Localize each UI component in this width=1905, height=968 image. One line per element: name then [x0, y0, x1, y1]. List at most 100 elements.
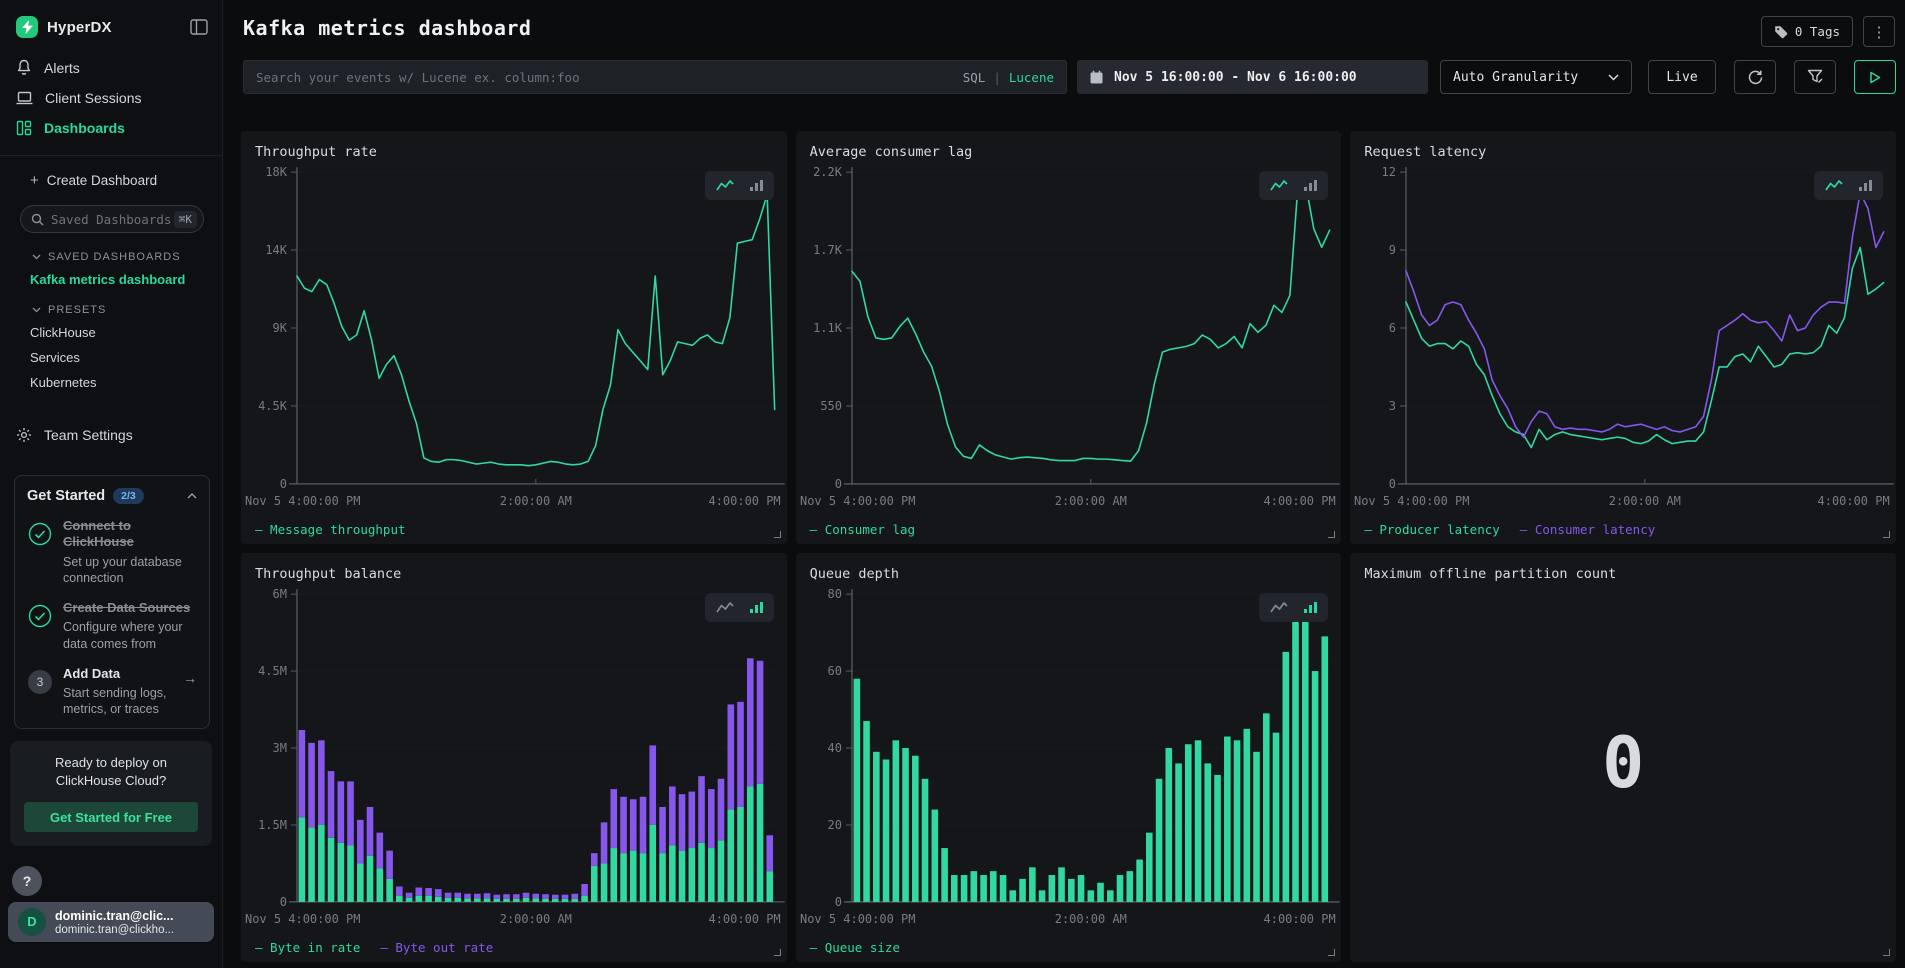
resize-handle[interactable]	[1883, 531, 1890, 538]
bar-chart-toggle[interactable]	[747, 176, 766, 195]
sidebar-nav: Alerts Client Sessions Dashboards	[0, 52, 222, 151]
avatar: D	[18, 908, 46, 936]
svg-text:0: 0	[280, 477, 287, 491]
granularity-select[interactable]: Auto Granularity	[1440, 60, 1632, 94]
chart-type-toggle	[705, 593, 774, 622]
sidebar-item-label: Client Sessions	[45, 90, 142, 106]
filter-button[interactable]	[1794, 60, 1836, 94]
throughput-balance-card: Throughput balance 01.5M3M4.5M6MNov 5 4:…	[241, 553, 787, 962]
resize-handle[interactable]	[1328, 949, 1335, 956]
svg-text:1.1K: 1.1K	[813, 321, 843, 335]
sidebar-item-services[interactable]: Services	[0, 345, 222, 370]
svg-text:1.5M: 1.5M	[258, 818, 287, 832]
refresh-button[interactable]	[1734, 60, 1776, 94]
event-search-box[interactable]: SQL | Lucene	[243, 60, 1067, 94]
search-icon	[31, 213, 44, 226]
bar-chart-toggle[interactable]	[1301, 176, 1320, 195]
saved-dashboards-section-header[interactable]: SAVED DASHBOARDS	[0, 239, 222, 267]
saved-dashboards-search[interactable]: Saved Dashboards ⌘K	[20, 205, 204, 233]
line-chart-toggle[interactable]	[1267, 598, 1291, 617]
hyperdx-logo-icon	[16, 16, 38, 38]
sidebar-item-dashboards[interactable]: Dashboards	[0, 113, 222, 143]
request-latency-card: Request latency 036912Nov 5 4:00:00 PM2:…	[1350, 131, 1896, 544]
sidebar-item-label: Dashboards	[44, 120, 125, 136]
line-chart-toggle[interactable]	[713, 176, 737, 195]
svg-text:40: 40	[827, 741, 841, 755]
get-started-step-2[interactable]: Create Data Sources Configure where your…	[27, 600, 197, 652]
legend-item[interactable]: — Consumer latency	[1520, 522, 1655, 537]
svg-text:1.7K: 1.7K	[813, 243, 843, 257]
sidebar-item-client-sessions[interactable]: Client Sessions	[0, 83, 222, 113]
line-chart-toggle[interactable]	[713, 598, 737, 617]
average-consumer-lag-chart[interactable]: 05501.1K1.7K2.2KNov 5 4:00:00 PM2:00:00 …	[796, 162, 1342, 520]
get-started-title: Get Started	[27, 488, 105, 504]
svg-text:9: 9	[1389, 243, 1396, 257]
more-options-button[interactable]: ⋮	[1863, 16, 1895, 47]
check-circle-icon	[27, 600, 53, 652]
sidebar-item-label: Alerts	[44, 60, 80, 76]
presets-section-header[interactable]: PRESETS	[0, 292, 222, 320]
help-button[interactable]: ?	[12, 866, 42, 896]
lucene-mode-toggle[interactable]: Lucene	[1009, 70, 1054, 85]
clickhouse-cloud-promo: Ready to deploy on ClickHouse Cloud? Get…	[10, 741, 212, 847]
legend-item[interactable]: — Message throughput	[255, 522, 406, 537]
svg-text:2:00:00 AM: 2:00:00 AM	[1054, 494, 1126, 508]
svg-text:4:00:00 PM: 4:00:00 PM	[709, 494, 781, 508]
svg-text:80: 80	[827, 587, 841, 601]
resize-handle[interactable]	[1883, 949, 1890, 956]
sidebar-item-alerts[interactable]: Alerts	[0, 52, 222, 83]
sidebar-item-kubernetes[interactable]: Kubernetes	[0, 370, 222, 395]
promo-text: Ready to deploy on	[24, 754, 198, 773]
date-range-picker[interactable]: Nov 5 16:00:00 - Nov 6 16:00:00	[1077, 60, 1428, 94]
legend-item[interactable]: — Byte out rate	[380, 940, 493, 955]
svg-text:Nov 5 4:00:00 PM: Nov 5 4:00:00 PM	[245, 494, 360, 508]
chevron-up-icon[interactable]	[187, 493, 197, 499]
arrow-right-icon[interactable]: →	[183, 666, 197, 718]
svg-text:0: 0	[280, 895, 287, 909]
sql-mode-toggle[interactable]: SQL	[963, 70, 986, 85]
bar-chart-toggle[interactable]	[1301, 598, 1320, 617]
chart-title: Maximum offline partition count	[1350, 553, 1896, 584]
line-chart-toggle[interactable]	[1822, 176, 1846, 195]
resize-handle[interactable]	[774, 531, 781, 538]
play-icon	[1869, 71, 1881, 84]
chart-type-toggle	[1259, 593, 1328, 622]
legend-item[interactable]: — Producer latency	[1364, 522, 1499, 537]
chart-title: Average consumer lag	[796, 131, 1342, 162]
svg-text:3M: 3M	[273, 741, 287, 755]
legend-item[interactable]: — Byte in rate	[255, 940, 360, 955]
bar-chart-toggle[interactable]	[1856, 176, 1875, 195]
sidebar-item-team-settings[interactable]: Team Settings	[0, 417, 222, 453]
live-button[interactable]: Live	[1648, 60, 1716, 94]
tags-button[interactable]: 0 Tags	[1761, 16, 1853, 47]
metric-value: 0	[1350, 584, 1896, 962]
svg-text:60: 60	[827, 664, 841, 678]
legend-item[interactable]: — Queue size	[810, 940, 900, 955]
divider	[0, 155, 222, 156]
svg-text:12: 12	[1382, 165, 1396, 179]
date-range-value: Nov 5 16:00:00 - Nov 6 16:00:00	[1114, 70, 1357, 85]
step-title: Add Data	[63, 666, 173, 682]
get-started-free-button[interactable]: Get Started for Free	[24, 802, 198, 832]
create-dashboard-button[interactable]: + Create Dashboard	[0, 166, 222, 195]
svg-text:2:00:00 AM: 2:00:00 AM	[1609, 494, 1681, 508]
chevron-down-icon	[32, 307, 41, 313]
resize-handle[interactable]	[1328, 531, 1335, 538]
get-started-step-1[interactable]: Connect to ClickHouse Set up your databa…	[27, 518, 197, 586]
step-title: Create Data Sources	[63, 600, 197, 616]
run-query-button[interactable]	[1854, 60, 1896, 94]
search-input[interactable]	[256, 70, 963, 85]
resize-handle[interactable]	[774, 949, 781, 956]
line-chart-toggle[interactable]	[1267, 176, 1291, 195]
legend-item[interactable]: — Consumer lag	[810, 522, 915, 537]
user-menu[interactable]: D dominic.tran@clic... dominic.tran@clic…	[8, 902, 214, 942]
bar-chart-toggle[interactable]	[747, 598, 766, 617]
sidebar-item-kafka-metrics-dashboard[interactable]: Kafka metrics dashboard	[0, 267, 222, 292]
request-latency-chart[interactable]: 036912Nov 5 4:00:00 PM2:00:00 AM4:00:00 …	[1350, 162, 1896, 520]
queue-depth-chart[interactable]: 020406080Nov 5 4:00:00 PM2:00:00 AM4:00:…	[796, 584, 1342, 938]
collapse-sidebar-icon[interactable]	[188, 17, 210, 37]
throughput-balance-chart[interactable]: 01.5M3M4.5M6MNov 5 4:00:00 PM2:00:00 AM4…	[241, 584, 787, 938]
sidebar-item-clickhouse[interactable]: ClickHouse	[0, 320, 222, 345]
throughput-rate-chart[interactable]: 04.5K9K14K18KNov 5 4:00:00 PM2:00:00 AM4…	[241, 162, 787, 520]
get-started-step-3[interactable]: 3 Add Data Start sending logs, metrics, …	[27, 666, 197, 718]
